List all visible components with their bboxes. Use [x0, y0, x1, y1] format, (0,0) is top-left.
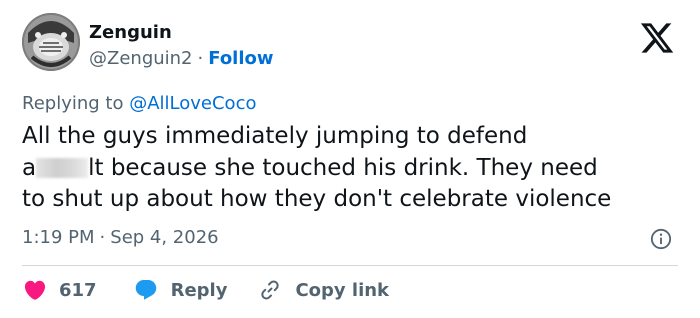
author-handle[interactable]: @Zenguin2: [89, 48, 193, 69]
tweet-text: All the guys immediately jumping to defe…: [22, 121, 692, 216]
info-icon[interactable]: [650, 228, 672, 250]
avatar-image: [22, 13, 80, 71]
x-logo-icon[interactable]: [637, 20, 677, 56]
action-bar: 617 Reply Copy link: [22, 276, 389, 304]
reply-button[interactable]: Reply: [133, 278, 228, 302]
reply-mention-link[interactable]: @AllLoveCoco: [129, 93, 256, 114]
reply-label: Reply: [170, 279, 228, 301]
like-button[interactable]: 617: [22, 278, 97, 302]
replying-prefix: Replying to: [22, 93, 124, 114]
copy-link-button[interactable]: Copy link: [257, 278, 389, 302]
speech-bubble-icon: [135, 280, 156, 300]
heart-icon: [24, 280, 46, 300]
tweet-line-start: a: [22, 154, 37, 181]
follow-button[interactable]: Follow: [208, 48, 273, 69]
handle-separator: ·: [197, 48, 204, 69]
divider: [22, 265, 678, 266]
like-count: 617: [59, 279, 97, 301]
reply-context: Replying to @AllLoveCoco: [22, 93, 256, 115]
tweet-line: to shut up about how they don't celebrat…: [22, 186, 612, 212]
link-icon: [261, 280, 280, 300]
timestamp-separator: ·: [99, 227, 106, 248]
redacted-word: [36, 157, 89, 178]
tweet-date: Sep 4, 2026: [110, 227, 219, 248]
tweet-time: 1:19 PM: [22, 227, 95, 248]
author-handle-line: @Zenguin2 · Follow: [89, 48, 274, 70]
tweet-line: All the guys immediately jumping to defe…: [22, 123, 528, 149]
tweet-line: a lt because she touched his drink. They …: [22, 153, 692, 185]
avatar[interactable]: [22, 13, 80, 71]
tweet-timestamp[interactable]: 1:19 PM · Sep 4, 2026: [22, 227, 219, 249]
copy-link-label: Copy link: [295, 279, 390, 301]
tweet-line-end: lt because she touched his drink. They n…: [88, 154, 598, 181]
author-name[interactable]: Zenguin: [89, 22, 172, 44]
